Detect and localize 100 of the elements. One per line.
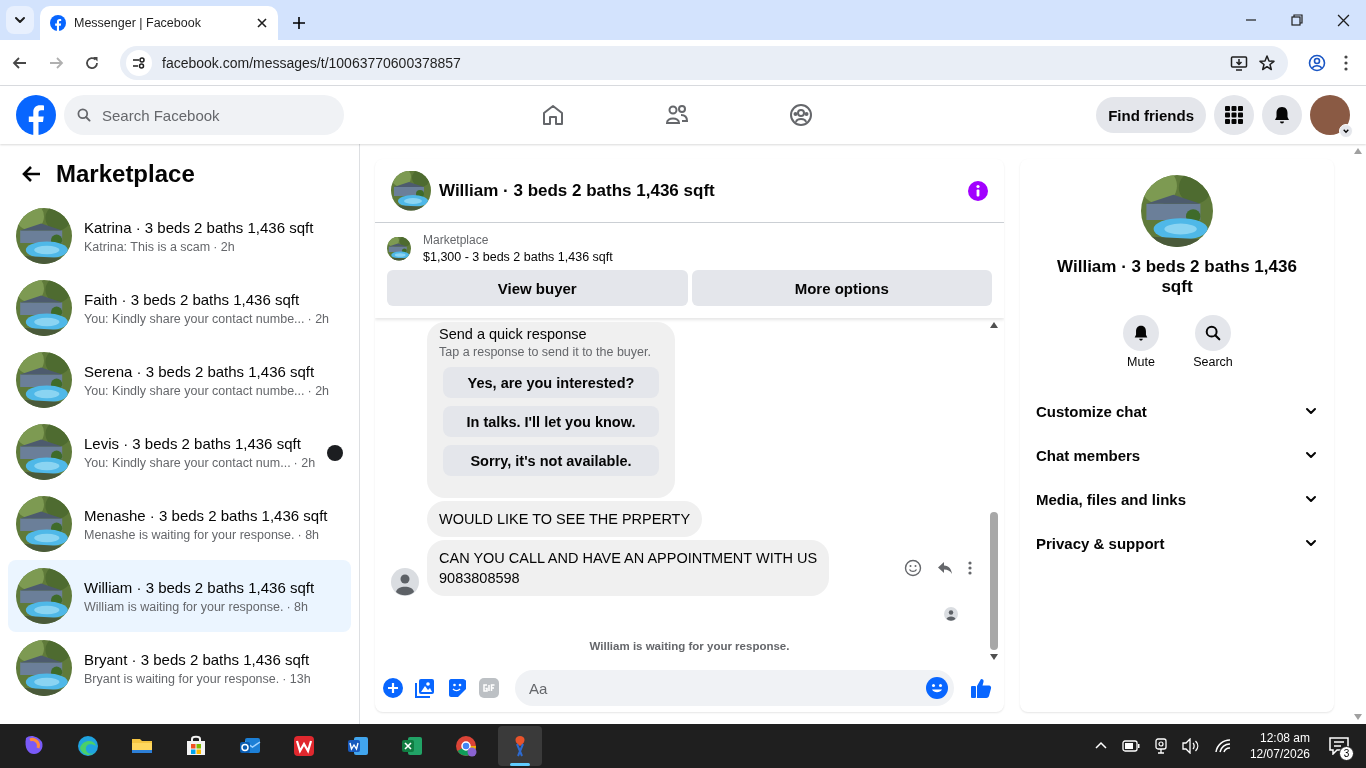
close-icon[interactable] [256, 17, 268, 29]
notification-count: 3 [1339, 746, 1354, 761]
message-bubble: WOULD LIKE TO SEE THE PRPERTY [427, 501, 703, 537]
find-friends-button[interactable]: Find friends [1096, 97, 1206, 133]
more-icon[interactable] [968, 561, 972, 575]
conversation-item[interactable]: Menashe · 3 beds 2 baths 1,436 sqft Menashe is waiting for your response. · 8h [8, 488, 351, 560]
account-menu-button[interactable] [1339, 124, 1353, 138]
card-hint: Tap a response to send it to the buyer. [439, 345, 652, 359]
conversation-item[interactable]: William · 3 beds 2 baths 1,436 sqft William is waiting for your response. · 8h [8, 560, 351, 632]
clock[interactable]: 12:08 am 12/07/2026 [1249, 730, 1310, 762]
message-time: · 8h [297, 527, 320, 542]
clock-date: 12/07/2026 [1249, 746, 1310, 762]
quick-reply-button[interactable]: In talks. I'll let you know. [443, 406, 659, 437]
restore-icon[interactable] [1291, 14, 1303, 26]
menu-button[interactable] [1214, 95, 1254, 135]
chrome-icon[interactable] [454, 734, 478, 758]
listing-label: Marketplace [423, 233, 490, 247]
store-icon[interactable] [184, 734, 208, 758]
message-preview: You: Kindly share your contact num... [84, 455, 291, 470]
facebook-logo-icon[interactable] [16, 95, 56, 135]
search-field[interactable]: Search Facebook [100, 105, 320, 125]
message-preview: Katrina: This is a scam [84, 239, 211, 254]
emoji-icon[interactable] [926, 677, 948, 699]
emoji-icon[interactable] [904, 559, 922, 577]
search-bar[interactable]: Search Facebook [64, 95, 344, 135]
notifications-icon[interactable] [1329, 737, 1349, 755]
status-text: William is waiting for your response. [588, 640, 791, 652]
document-app-icon[interactable] [292, 734, 316, 758]
site-settings-icon[interactable] [132, 55, 146, 70]
speaker-icon[interactable] [1181, 738, 1200, 754]
profile-avatar[interactable] [1310, 95, 1350, 135]
camera-icon[interactable] [1153, 738, 1168, 754]
quick-reply-button[interactable]: Sorry, it's not available. [443, 445, 659, 476]
plus-icon[interactable] [292, 16, 306, 30]
groups-icon[interactable] [788, 102, 814, 128]
scrollbar-thumb[interactable] [990, 512, 998, 650]
quick-reply-button[interactable]: Yes, are you interested? [443, 367, 659, 398]
message-time: · 2h [307, 311, 330, 326]
user-silhouette-icon [391, 568, 419, 596]
conversation-name: Menashe · 3 beds 2 baths 1,436 sqft [84, 506, 328, 524]
message-time: · 8h [286, 599, 308, 614]
tab-list-button[interactable] [6, 6, 34, 34]
conversation-name: Levis · 3 beds 2 baths 1,436 sqft [84, 434, 302, 452]
contact-name: William · 3 beds 2 baths 1,436 sqft [1056, 257, 1298, 297]
seen-avatar-icon [944, 607, 958, 621]
back-arrow-icon[interactable] [12, 54, 28, 71]
message-time: · 2h [307, 383, 330, 398]
chat-title: William · 3 beds 2 baths 1,436 sqft [439, 180, 716, 201]
notifications-button[interactable] [1262, 95, 1302, 135]
conversation-item[interactable]: Levis · 3 beds 2 baths 1,436 sqft You: Kindly share your contact num... · 2h [8, 416, 351, 488]
wifi-icon[interactable] [1213, 738, 1232, 754]
address-bar[interactable]: facebook.com/messages/t/10063770600378857 [120, 45, 1288, 80]
section-row[interactable]: Media, files and links [1020, 477, 1334, 521]
conversation-item[interactable]: Faith · 3 beds 2 baths 1,436 sqft You: Kindly share your contact numbe... · 2h [8, 272, 351, 344]
message-input[interactable]: Aa [527, 678, 926, 698]
plus-icon[interactable] [383, 678, 403, 698]
conversation-name: Serena · 3 beds 2 baths 1,436 sqft [84, 362, 316, 380]
thumbs-up-icon[interactable] [970, 677, 992, 699]
scroll-up-icon[interactable] [990, 322, 998, 328]
profile-icon[interactable] [1308, 53, 1326, 72]
conversation-name: William · 3 beds 2 baths 1,436 sqft [84, 578, 315, 596]
home-icon[interactable] [540, 102, 566, 128]
browser-icon[interactable] [76, 734, 100, 758]
chevron-down-icon [1342, 127, 1350, 135]
menu-icon[interactable] [1344, 54, 1348, 71]
section-row[interactable]: Privacy & support [1020, 521, 1334, 565]
conversation-item[interactable]: Katrina · 3 beds 2 baths 1,436 sqft Katrina: This is a scam · 2h [8, 200, 351, 272]
message-preview: Menashe is waiting for your response. [84, 527, 295, 542]
section-row[interactable]: Chat members [1020, 433, 1334, 477]
url-text: facebook.com/messages/t/10063770600378857 [162, 54, 462, 71]
browser-tab[interactable]: Messenger | Facebook [40, 6, 278, 40]
section-title: Chat members [1036, 446, 1141, 464]
clock-time: 12:08 am [1259, 730, 1310, 746]
image-icon[interactable] [415, 678, 435, 698]
word-processor-icon[interactable] [346, 734, 370, 758]
conversation-name: Bryant · 3 beds 2 baths 1,436 sqft [84, 650, 311, 668]
search-button[interactable] [1195, 315, 1231, 351]
composer-bar[interactable]: Aa [515, 670, 954, 706]
spreadsheet-icon[interactable] [400, 734, 424, 758]
section-title: Media, files and links [1036, 490, 1187, 508]
conversation-item[interactable]: Bryant · 3 beds 2 baths 1,436 sqft Bryant is waiting for your response. · 13h [8, 632, 351, 704]
page-title: Marketplace [56, 160, 195, 188]
conversation-item[interactable]: Serena · 3 beds 2 baths 1,436 sqft You: Kindly share your contact numbe... · 2h [8, 344, 351, 416]
close-icon[interactable] [1337, 13, 1350, 27]
back-arrow-icon[interactable] [22, 164, 42, 184]
install-app-icon[interactable] [1230, 53, 1248, 72]
action-button[interactable]: View buyer [387, 270, 688, 306]
bell-icon [1272, 105, 1292, 125]
sticker-icon[interactable] [447, 678, 467, 698]
scroll-down-icon[interactable] [990, 654, 998, 660]
tab-title: Messenger | Facebook [74, 16, 202, 30]
star-icon[interactable] [1258, 53, 1276, 72]
card-title: Send a quick response [439, 326, 588, 342]
info-icon[interactable] [968, 180, 988, 201]
reload-icon[interactable] [84, 54, 100, 71]
mute-button[interactable] [1123, 315, 1159, 351]
section-row[interactable]: Customize chat [1020, 389, 1334, 433]
action-button[interactable]: More options [691, 270, 992, 306]
section-title: Privacy & support [1036, 534, 1165, 552]
battery-icon[interactable] [1121, 740, 1140, 752]
